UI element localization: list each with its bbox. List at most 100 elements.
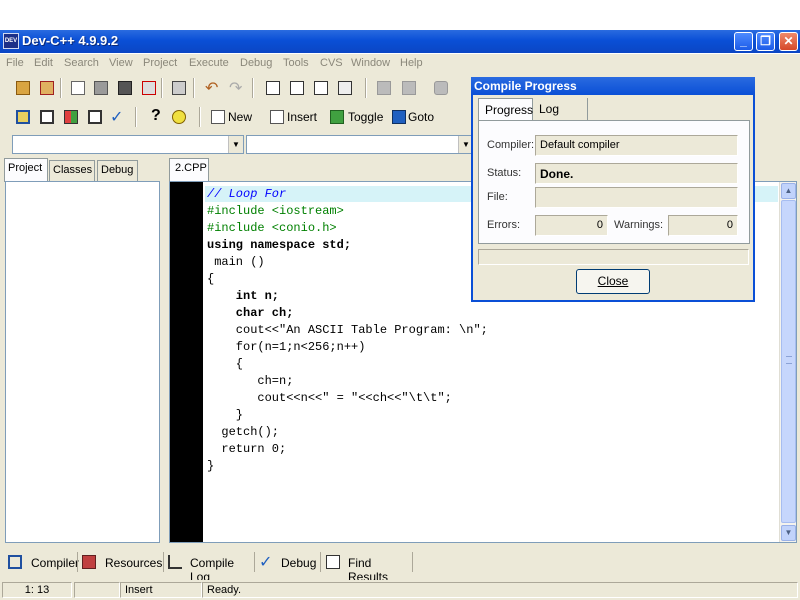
- toolbar-separator: [135, 107, 137, 127]
- devcpp-icon[interactable]: DEV: [3, 33, 19, 49]
- scroll-down-icon[interactable]: ▼: [781, 525, 796, 541]
- errors-label: Errors:: [487, 219, 520, 231]
- toolbar-separator: [193, 78, 195, 98]
- member-combo[interactable]: ▼: [246, 135, 474, 154]
- save-all-button[interactable]: [113, 77, 135, 97]
- status-label: Status:: [487, 167, 522, 179]
- compile-progress-dialog[interactable]: Compile Progress Progress Log Compiler: …: [471, 77, 755, 302]
- close-window-button[interactable]: ✕: [779, 32, 798, 51]
- bookmark-icon: [330, 110, 344, 124]
- rebuild-all-icon: [88, 110, 102, 124]
- new-file-icon: [211, 110, 225, 124]
- menu-tools[interactable]: Tools: [283, 57, 309, 69]
- grip-icon: [786, 356, 792, 364]
- close-file-button[interactable]: [137, 77, 159, 97]
- toggle-label: Toggle: [348, 110, 384, 124]
- menu-edit[interactable]: Edit: [34, 57, 53, 69]
- dialog-title[interactable]: Compile Progress: [471, 77, 755, 95]
- remove-from-project-button[interactable]: [398, 77, 420, 97]
- tab-debug[interactable]: Debug: [97, 160, 138, 181]
- tab-compile-log[interactable]: Compile Log: [168, 552, 252, 584]
- tab-separator: [77, 552, 78, 572]
- goto-label: Goto: [408, 110, 435, 124]
- code-line: // Loop For: [207, 187, 287, 201]
- menu-debug[interactable]: Debug: [240, 57, 272, 69]
- open-project-button[interactable]: [12, 77, 34, 97]
- tab-compiler[interactable]: Compiler: [8, 552, 79, 574]
- undo-button[interactable]: ↶: [201, 77, 223, 97]
- compile-button[interactable]: [12, 106, 34, 126]
- check-icon: ✓: [110, 109, 124, 126]
- close-button[interactable]: Close: [576, 269, 650, 294]
- vertical-scrollbar[interactable]: ▲ ▼: [779, 182, 796, 542]
- add-to-project-button[interactable]: [373, 77, 395, 97]
- menu-search[interactable]: Search: [64, 57, 99, 69]
- progress-panel: Compiler: Default compiler Status: Done.…: [478, 120, 750, 244]
- tab-find-results[interactable]: Find Results: [326, 552, 412, 584]
- replace-button[interactable]: [286, 77, 308, 97]
- toolbar-separator: [161, 78, 163, 98]
- open-project-icon: [16, 81, 30, 95]
- menu-cvs[interactable]: CVS: [320, 57, 343, 69]
- chevron-down-icon[interactable]: ▼: [228, 136, 243, 153]
- scroll-thumb[interactable]: [781, 200, 796, 523]
- question-icon: ?: [151, 107, 161, 124]
- find-next-button[interactable]: [310, 77, 332, 97]
- menu-help[interactable]: Help: [400, 57, 423, 69]
- maximize-button[interactable]: ❐: [756, 32, 775, 51]
- compiler-icon: [8, 555, 22, 569]
- compile-run-icon: [64, 110, 78, 124]
- tab-progress[interactable]: Progress: [478, 98, 533, 120]
- scroll-up-icon[interactable]: ▲: [781, 183, 796, 199]
- close-project-icon: [40, 81, 54, 95]
- goto-line-button[interactable]: [334, 77, 356, 97]
- insert-button[interactable]: Insert: [266, 106, 318, 126]
- menu-window[interactable]: Window: [351, 57, 390, 69]
- edit-mode: Insert: [120, 582, 202, 598]
- tab-resources-label: Resources: [105, 556, 163, 570]
- about-button[interactable]: [168, 106, 190, 126]
- code-line: using namespace std;: [207, 238, 352, 252]
- status-empty: [74, 582, 120, 598]
- tab-debug-output[interactable]: ✓ Debug: [259, 552, 319, 574]
- tab-classes[interactable]: Classes: [49, 160, 95, 181]
- title-bar[interactable]: DEV Dev-C++ 4.9.9.2 _ ❐ ✕: [0, 30, 800, 53]
- code-line: {: [207, 272, 215, 286]
- tab-resources[interactable]: Resources: [82, 552, 163, 574]
- tab-project[interactable]: Project: [4, 158, 48, 182]
- find-button[interactable]: [262, 77, 284, 97]
- tab-log[interactable]: Log: [533, 98, 588, 120]
- rebuild-all-button[interactable]: [84, 106, 106, 126]
- print-button[interactable]: [167, 77, 189, 97]
- save-button[interactable]: [89, 77, 111, 97]
- toolbar-separator: [199, 107, 201, 127]
- syntax-check-button[interactable]: ✓: [106, 106, 128, 126]
- toggle-bookmark-button[interactable]: Toggle: [327, 106, 383, 126]
- editor-tab[interactable]: 2.CPP: [169, 158, 209, 181]
- menu-project[interactable]: Project: [143, 57, 177, 69]
- menu-view[interactable]: View: [109, 57, 133, 69]
- new-button[interactable]: New: [207, 106, 253, 126]
- code-line: cout<<n<<" = "<<ch<<"\t\t";: [207, 391, 452, 405]
- find-icon: [326, 555, 340, 569]
- goto-bookmark-button[interactable]: Goto: [389, 106, 435, 126]
- help-button[interactable]: ?: [145, 106, 167, 126]
- class-combo[interactable]: ▼: [12, 135, 244, 154]
- code-line: }: [207, 459, 215, 473]
- toolbar-separator: [60, 78, 62, 98]
- code-line: for(n=1;n<256;n++): [207, 340, 366, 354]
- menu-execute[interactable]: Execute: [189, 57, 229, 69]
- menu-file[interactable]: File: [6, 57, 24, 69]
- minimize-button[interactable]: _: [734, 32, 753, 51]
- close-file-icon: [142, 81, 156, 95]
- close-project-button[interactable]: [36, 77, 58, 97]
- project-tree[interactable]: [5, 181, 160, 543]
- project-options-button[interactable]: [430, 77, 452, 97]
- code-content[interactable]: // Loop For #include <iostream> #include…: [207, 186, 488, 475]
- toolbar-separator: [252, 78, 254, 98]
- redo-button[interactable]: ↷: [225, 77, 247, 97]
- new-file-button[interactable]: [66, 77, 88, 97]
- compile-run-button[interactable]: [60, 106, 82, 126]
- code-line: }: [207, 408, 244, 422]
- run-button[interactable]: [36, 106, 58, 126]
